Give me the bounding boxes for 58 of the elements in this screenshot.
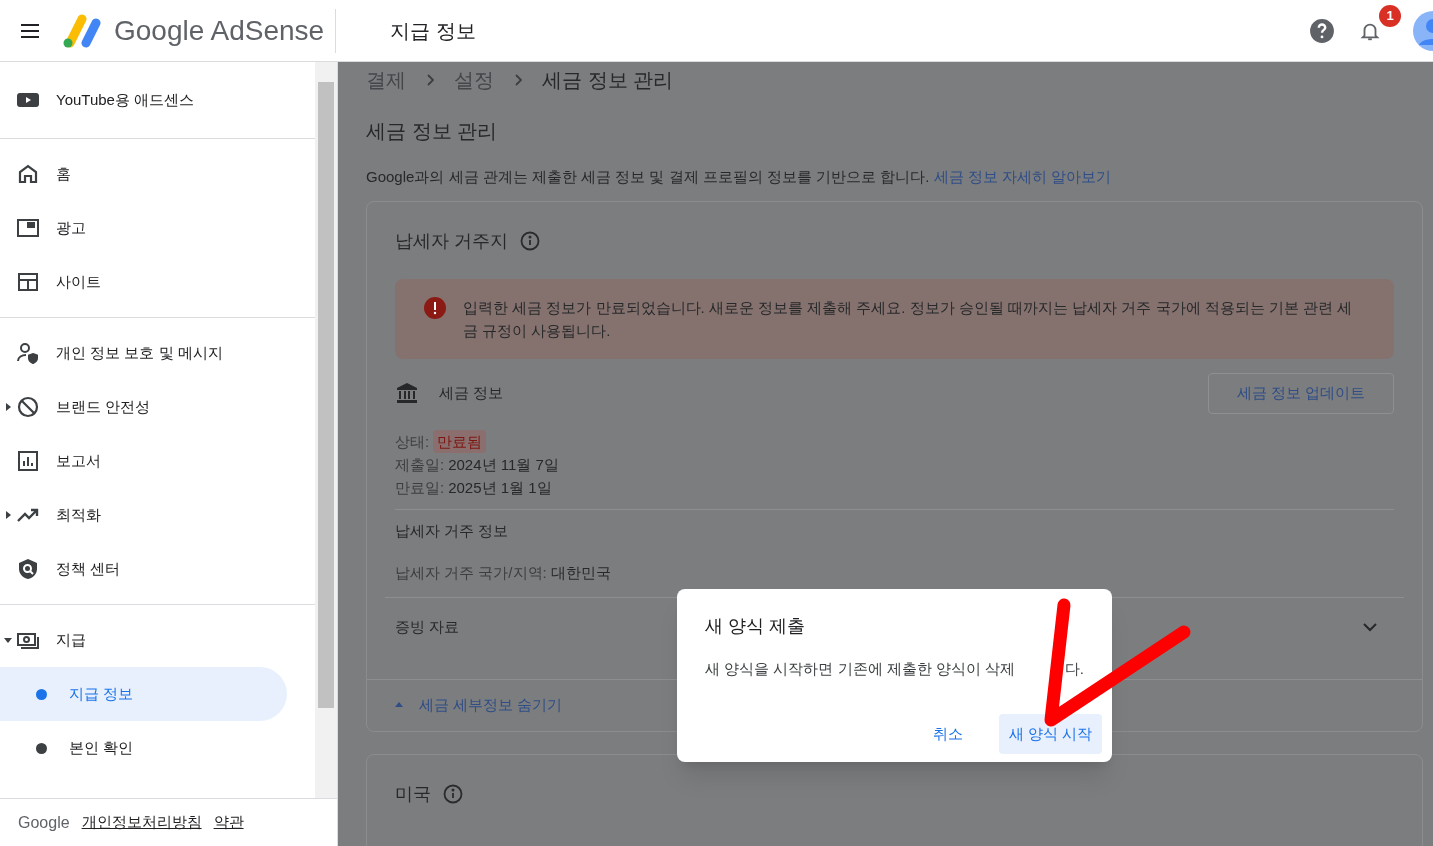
caret-icon bbox=[4, 511, 12, 519]
field-label: 납세자 거주 국가/지역: bbox=[395, 563, 547, 583]
field-value: 대한민국 bbox=[550, 563, 611, 583]
sidebar-subitem[interactable]: 지급 정보 bbox=[0, 667, 287, 721]
info-icon[interactable] bbox=[520, 231, 540, 251]
dialog-button[interactable]: 새 양식 시작 bbox=[998, 714, 1102, 754]
ad-frame-icon bbox=[16, 216, 40, 240]
home-icon bbox=[16, 162, 40, 186]
sidebar-item[interactable]: 정책 센터 bbox=[0, 542, 287, 596]
footer-brand: Google bbox=[18, 812, 70, 833]
section-label: 세금 정보 bbox=[439, 382, 504, 403]
field-label: 제출일: bbox=[395, 454, 445, 475]
layout-icon bbox=[16, 270, 40, 294]
sidebar-item[interactable]: 지급 bbox=[0, 613, 287, 667]
sidebar-item[interactable]: 보고서 bbox=[0, 434, 287, 488]
description-text: Google과의 세금 관계는 제출한 세금 정보 및 결제 프로필의 정보를 기반으로 합니다. 세금 정보 자세히 알아보기 bbox=[366, 167, 1113, 187]
bullet-icon bbox=[36, 688, 47, 700]
card-title: 납세자 거주지 bbox=[395, 229, 508, 253]
field-label: 만료일: bbox=[395, 477, 445, 498]
logo-icon bbox=[62, 12, 102, 49]
bullet-icon bbox=[36, 742, 47, 754]
footer-link[interactable]: 약관 bbox=[213, 811, 244, 834]
field-value: 2025년 1월 1일 bbox=[448, 477, 552, 498]
field-label: 상태: bbox=[395, 431, 430, 452]
section-heading: 납세자 거주 정보 bbox=[395, 520, 510, 541]
caret-icon bbox=[4, 636, 12, 644]
error-icon bbox=[423, 295, 447, 320]
info-icon[interactable] bbox=[443, 784, 463, 804]
field-value: 2024년 11월 7일 bbox=[448, 454, 559, 475]
sidebar-item[interactable]: 브랜드 안전성 bbox=[0, 380, 287, 434]
sidebar-item[interactable]: 홈 bbox=[0, 147, 287, 201]
sidebar-subitem[interactable]: 본인 확인 bbox=[0, 721, 287, 775]
status-badge: 만료됨 bbox=[433, 429, 487, 453]
card-title: 미국 bbox=[395, 782, 431, 806]
bar-chart-icon bbox=[16, 449, 40, 473]
sidebar-item[interactable]: 최적화 bbox=[0, 488, 287, 542]
sidebar-item[interactable]: 사이트 bbox=[0, 255, 287, 309]
block-icon bbox=[16, 395, 40, 419]
dialog-title: 새 양식 제출 bbox=[705, 615, 806, 638]
bank-icon bbox=[395, 381, 419, 405]
sidebar-item[interactable]: 광고 bbox=[0, 201, 287, 255]
brand-name: Google AdSense bbox=[114, 13, 325, 48]
caret-up-icon bbox=[395, 701, 403, 709]
person-shield-icon bbox=[16, 341, 40, 365]
alert-text: 입력한 세금 정보가 만료되었습니다. 새로운 정보를 제출해 주세요. 정보가 승인될 때까지는 납세자 거주 국가에 적용되는 기본 관련 세금 규정이 사용됩니다. bbox=[463, 297, 1354, 341]
page-title: 지급 정보 bbox=[390, 18, 476, 44]
caret-icon bbox=[4, 403, 12, 411]
scrollbar[interactable] bbox=[315, 62, 337, 798]
dialog-button[interactable]: 취소 bbox=[924, 714, 971, 754]
shield-search-icon bbox=[16, 557, 40, 581]
page-heading: 세금 정보 관리 bbox=[366, 119, 499, 144]
dialog-message-end: 다. bbox=[1064, 659, 1084, 679]
notification-badge: 1 bbox=[1379, 4, 1401, 27]
sidebar-item[interactable]: 개인 정보 보호 및 메시지 bbox=[0, 326, 287, 380]
dialog-message: 새 양식을 시작하면 기존에 제출한 양식이 삭제 bbox=[705, 659, 1015, 679]
breadcrumb-item: 세금 정보 관리 bbox=[542, 68, 674, 93]
help-icon[interactable] bbox=[1309, 17, 1335, 44]
footer-link[interactable]: 개인정보처리방침 bbox=[81, 811, 202, 834]
